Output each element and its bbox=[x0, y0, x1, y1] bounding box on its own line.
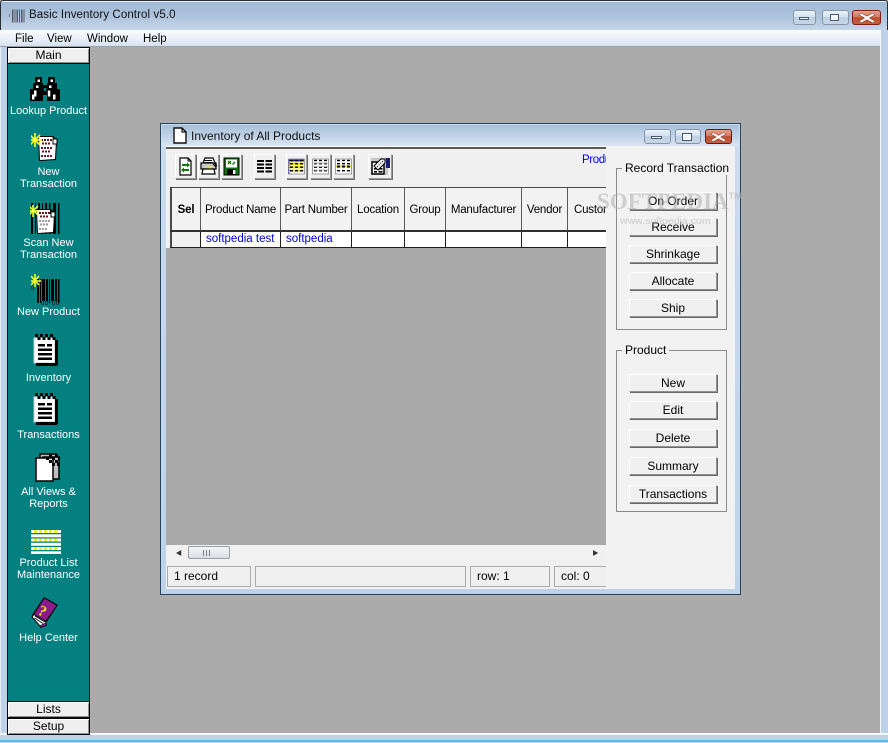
svg-text:0: 0 bbox=[45, 301, 49, 305]
